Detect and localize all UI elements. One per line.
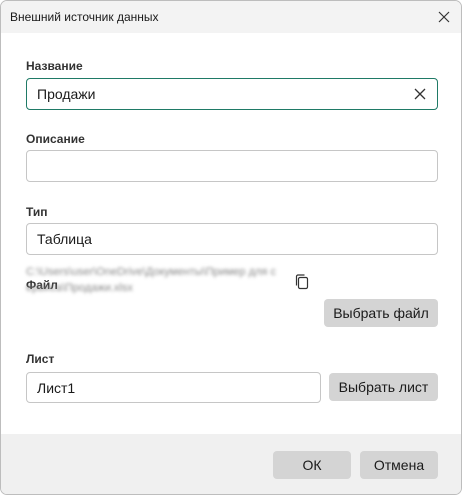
clear-icon[interactable] — [413, 87, 427, 101]
type-value: Таблица — [37, 231, 92, 247]
type-label: Тип — [26, 205, 48, 219]
choose-file-button[interactable]: Выбрать файл — [324, 299, 438, 327]
type-field[interactable]: Таблица — [26, 223, 438, 255]
sheet-label: Лист — [26, 352, 55, 366]
file-path: C:\Users\user\OneDrive\Документы\Пример … — [26, 266, 276, 294]
title-bar: Внешний источник данных — [1, 1, 461, 33]
choose-sheet-button[interactable]: Выбрать лист — [329, 373, 438, 401]
description-label: Описание — [26, 132, 85, 146]
name-field[interactable]: Продажи — [26, 78, 438, 110]
name-label: Название — [26, 59, 83, 73]
close-icon — [438, 11, 450, 23]
copy-icon[interactable] — [293, 273, 311, 291]
ok-button[interactable]: ОК — [273, 451, 351, 479]
cancel-button[interactable]: Отмена — [360, 451, 438, 479]
sheet-value: Лист1 — [37, 379, 76, 396]
window-title: Внешний источник данных — [10, 10, 159, 24]
dialog-footer: ОК Отмена — [1, 434, 461, 494]
name-value: Продажи — [37, 86, 96, 102]
description-field[interactable] — [26, 150, 438, 182]
close-button[interactable] — [429, 3, 459, 31]
sheet-field[interactable]: Лист1 — [26, 372, 321, 403]
dialog-window: Внешний источник данных Название Продажи… — [0, 0, 462, 495]
